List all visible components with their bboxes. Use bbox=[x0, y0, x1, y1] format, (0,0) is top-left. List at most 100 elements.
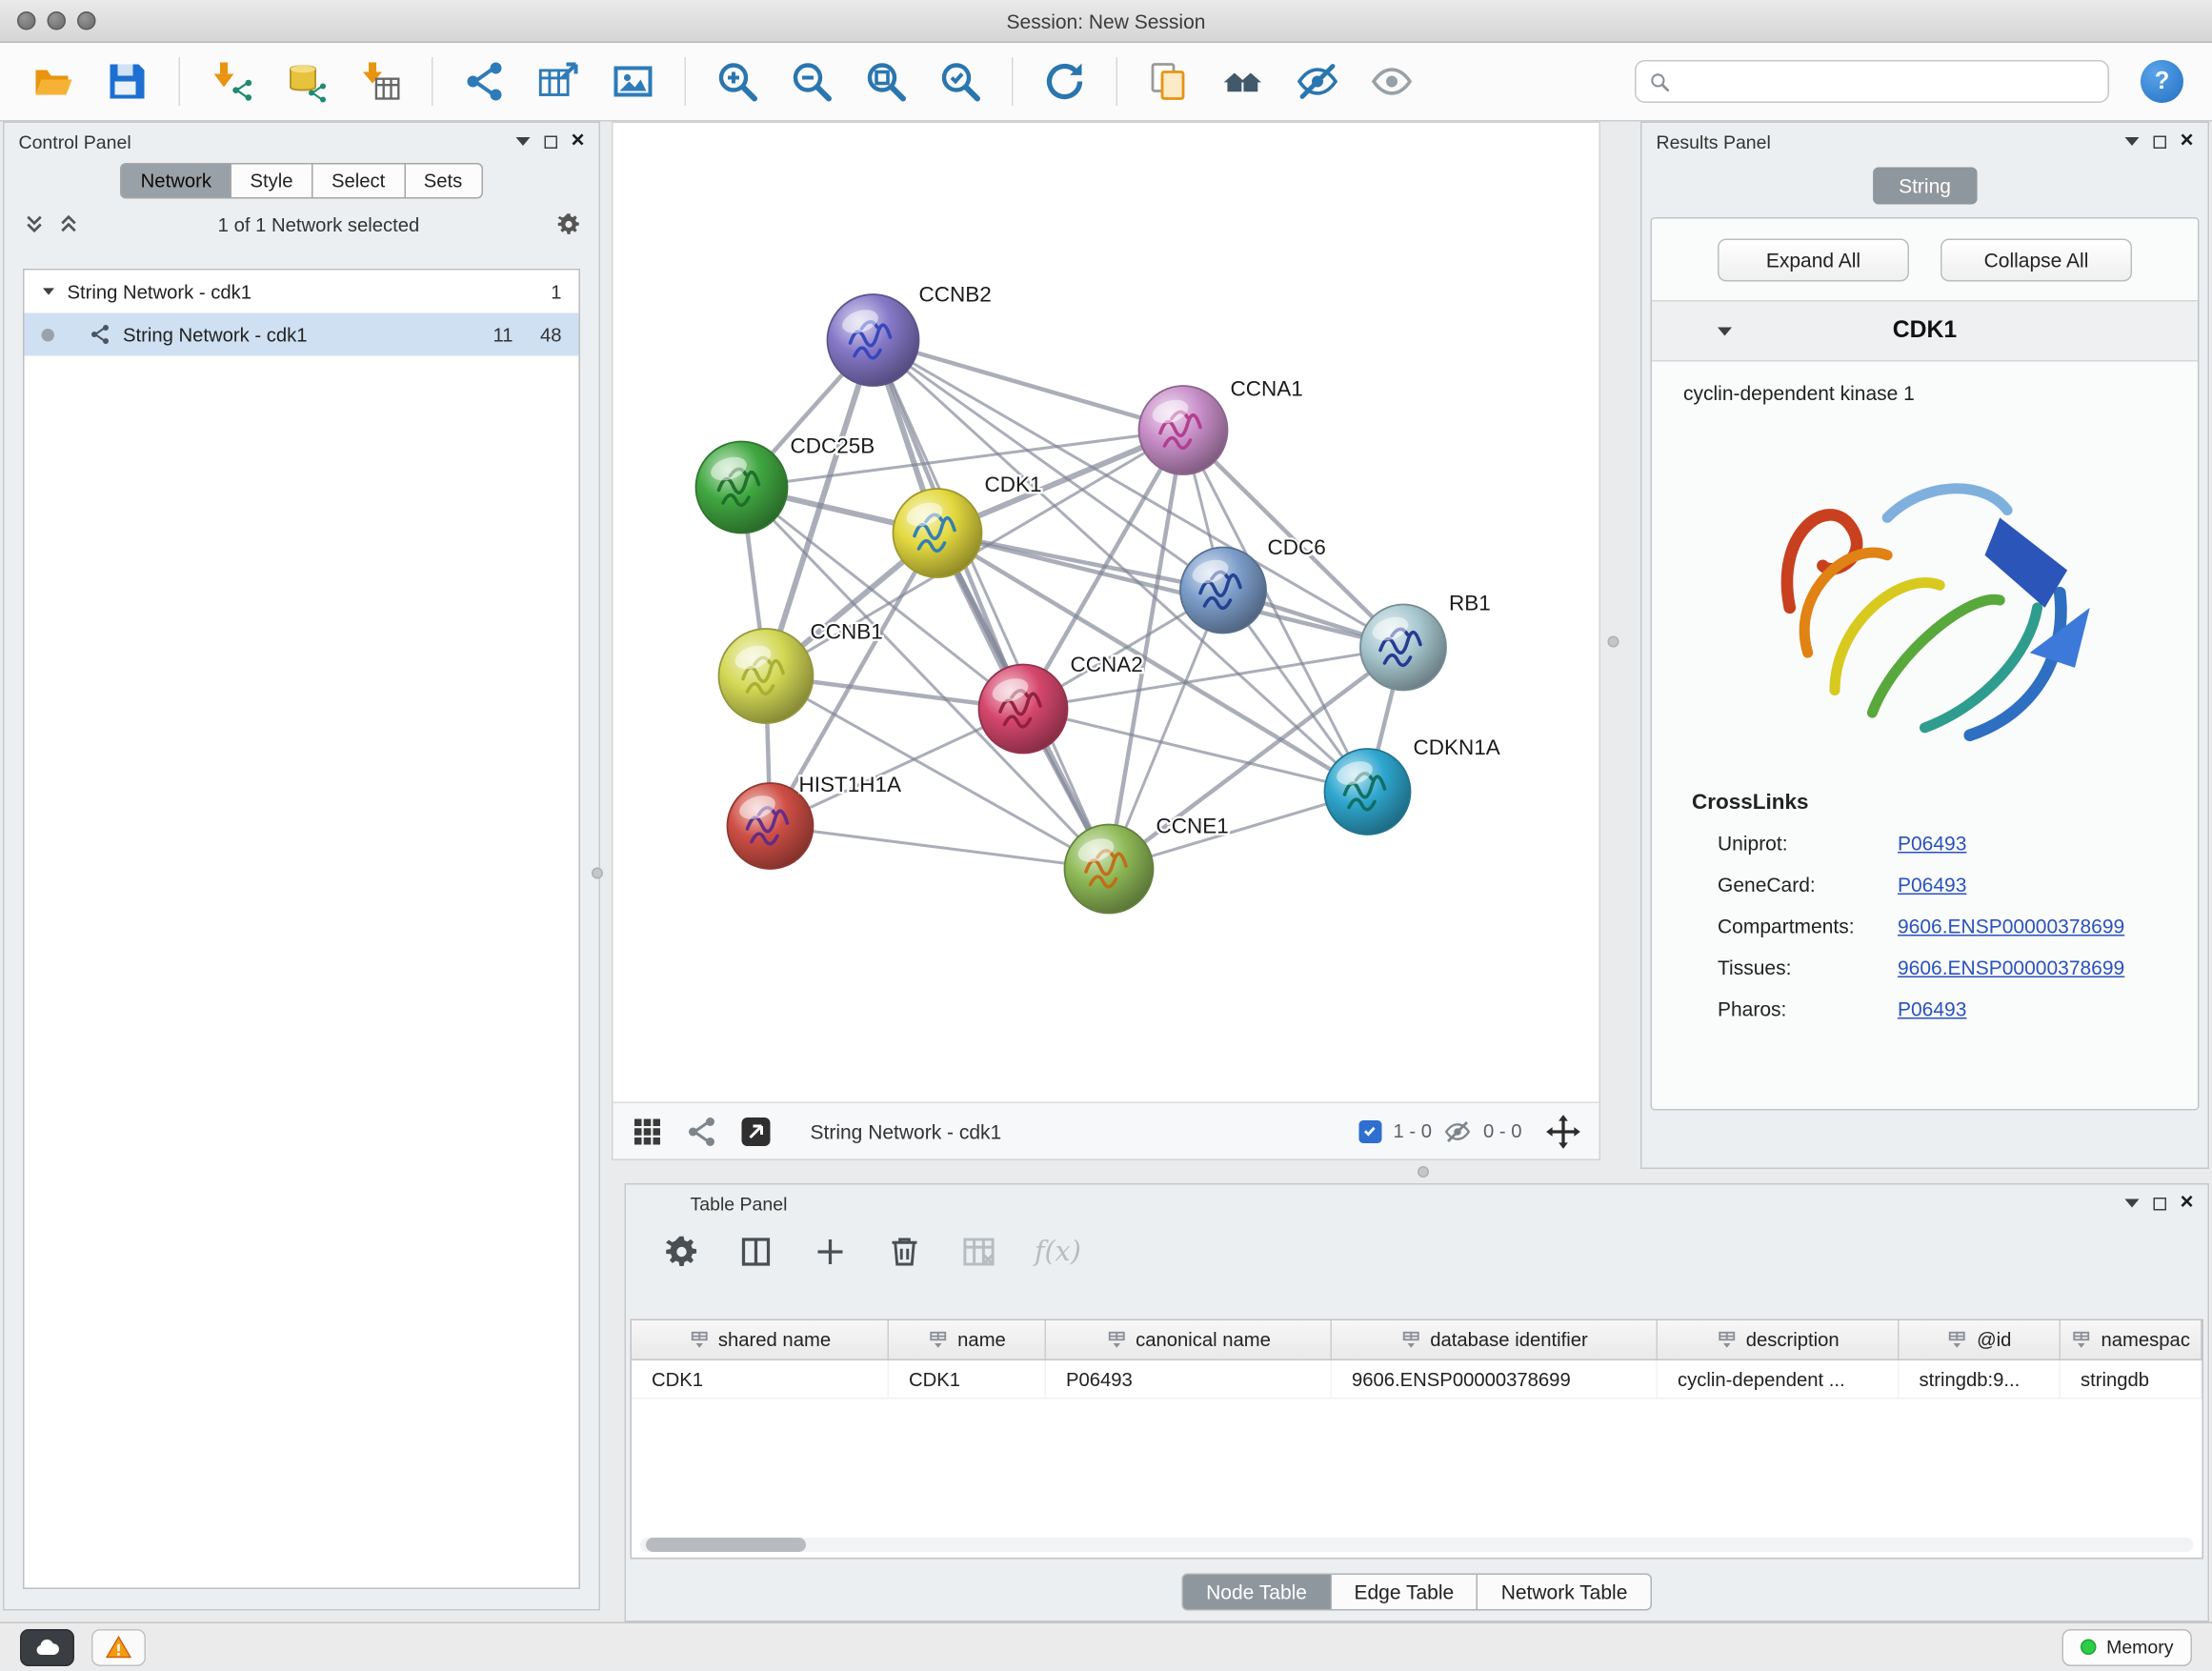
network-node-CCNA1[interactable] bbox=[1139, 386, 1228, 474]
show-columns-icon[interactable] bbox=[737, 1234, 774, 1271]
tab-string[interactable]: String bbox=[1873, 168, 1977, 205]
tree-network-label: String Network - cdk1 bbox=[123, 324, 465, 346]
network-graph[interactable]: CCNB2CCNA1CDC25BCDK1CDC6RB1CCNB1CCNA2CDK… bbox=[613, 123, 1599, 1102]
minimize-window-button[interactable] bbox=[48, 11, 67, 30]
network-view[interactable]: CCNB2CCNA1CDC25BCDK1CDC6RB1CCNB1CCNA2CDK… bbox=[612, 122, 1600, 1161]
column-header-name[interactable]: name bbox=[889, 1320, 1046, 1359]
add-column-icon[interactable] bbox=[812, 1234, 849, 1271]
network-options-gear-icon[interactable] bbox=[556, 211, 582, 237]
tab-sets[interactable]: Sets bbox=[405, 163, 482, 199]
column-header-description[interactable]: description bbox=[1658, 1320, 1900, 1359]
show-all-button[interactable] bbox=[1359, 50, 1425, 113]
uniprot-link[interactable]: P06493 bbox=[1898, 832, 1966, 855]
cloud-button[interactable] bbox=[20, 1629, 74, 1666]
network-node-CCNE1[interactable] bbox=[1065, 825, 1154, 914]
tissues-link[interactable]: 9606.ENSP00000378699 bbox=[1898, 956, 2124, 979]
panel-close-icon[interactable]: × bbox=[2180, 1192, 2193, 1215]
detach-view-icon[interactable] bbox=[739, 1114, 774, 1148]
zoom-selected-button[interactable] bbox=[928, 50, 994, 113]
import-table-button[interactable] bbox=[348, 50, 413, 113]
tab-edge-table[interactable]: Edge Table bbox=[1331, 1574, 1478, 1611]
scrollbar-thumb[interactable] bbox=[646, 1538, 806, 1552]
copy-document-button[interactable] bbox=[1136, 50, 1202, 113]
network-name: String Network - cdk1 bbox=[811, 1119, 1002, 1142]
panel-menu-icon[interactable] bbox=[515, 137, 530, 146]
home-pair-icon bbox=[1220, 59, 1266, 105]
network-node-CDC25B[interactable] bbox=[696, 442, 788, 534]
network-node-CCNB2[interactable] bbox=[828, 294, 919, 386]
tab-network[interactable]: Network bbox=[121, 163, 231, 199]
collapse-section-icon[interactable] bbox=[1718, 327, 1732, 335]
help-button[interactable]: ? bbox=[2141, 60, 2183, 103]
panel-menu-icon[interactable] bbox=[2124, 1199, 2139, 1208]
column-header-namespace[interactable]: namespac bbox=[2061, 1320, 2202, 1359]
column-header-id[interactable]: @id bbox=[1900, 1320, 2061, 1359]
search-input[interactable] bbox=[1680, 70, 2095, 92]
column-header-shared-name[interactable]: shared name bbox=[632, 1320, 889, 1359]
tab-select[interactable]: Select bbox=[312, 163, 405, 199]
protein-section-header[interactable]: CDK1 bbox=[1652, 302, 2198, 362]
warnings-button[interactable] bbox=[91, 1629, 146, 1666]
tree-root-row[interactable]: String Network - cdk1 1 bbox=[25, 271, 579, 313]
network-node-CDK1[interactable] bbox=[894, 489, 982, 577]
table-settings-gear-icon[interactable] bbox=[663, 1234, 700, 1271]
new-network-button[interactable] bbox=[452, 50, 517, 113]
table-row[interactable]: CDK1 CDK1 P06493 9606.ENSP00000378699 cy… bbox=[632, 1360, 2202, 1399]
import-network-file-button[interactable] bbox=[199, 50, 265, 113]
network-node-CDKN1A[interactable] bbox=[1325, 749, 1411, 835]
import-network-database-button[interactable] bbox=[273, 50, 339, 113]
zoom-fit-button[interactable] bbox=[854, 50, 919, 113]
expand-all-button[interactable]: Expand All bbox=[1718, 238, 1909, 281]
splitter-handle-right[interactable] bbox=[1608, 636, 1619, 648]
eye-slash-icon bbox=[1295, 59, 1340, 105]
network-view-toolbar: String Network - cdk1 1 - 0 0 - 0 bbox=[613, 1102, 1599, 1159]
panel-close-icon[interactable]: × bbox=[2180, 131, 2193, 153]
zoom-in-button[interactable] bbox=[705, 50, 771, 113]
compartments-link[interactable]: 9606.ENSP00000378699 bbox=[1898, 915, 2124, 937]
tab-network-table[interactable]: Network Table bbox=[1478, 1574, 1652, 1611]
birdseye-view-icon[interactable] bbox=[685, 1114, 719, 1148]
refresh-layout-button[interactable] bbox=[1032, 50, 1097, 113]
collapse-all-tree-icon[interactable] bbox=[22, 211, 48, 237]
panel-float-icon[interactable] bbox=[2153, 1197, 2166, 1210]
home-panel-button[interactable] bbox=[1211, 50, 1277, 113]
close-window-button[interactable] bbox=[17, 11, 36, 30]
horizontal-scrollbar[interactable] bbox=[640, 1538, 2194, 1552]
open-session-button[interactable] bbox=[20, 50, 86, 113]
network-node-CCNA2[interactable] bbox=[979, 665, 1068, 754]
zoom-out-button[interactable] bbox=[779, 50, 845, 113]
zoom-window-button[interactable] bbox=[77, 11, 96, 30]
eye-icon bbox=[1369, 59, 1415, 105]
memory-button[interactable]: Memory bbox=[2062, 1629, 2192, 1666]
column-header-database-identifier[interactable]: database identifier bbox=[1332, 1320, 1658, 1359]
column-header-canonical-name[interactable]: canonical name bbox=[1046, 1320, 1332, 1359]
genecard-link[interactable]: P06493 bbox=[1898, 874, 1966, 896]
panel-float-icon[interactable] bbox=[544, 135, 557, 149]
network-from-table-button[interactable] bbox=[526, 50, 592, 113]
splitter-handle-left[interactable] bbox=[592, 868, 603, 879]
tree-network-row[interactable]: String Network - cdk1 11 48 bbox=[25, 313, 579, 356]
tab-node-table[interactable]: Node Table bbox=[1182, 1574, 1332, 1611]
tree-root-label: String Network - cdk1 bbox=[68, 281, 513, 303]
network-node-CDC6[interactable] bbox=[1180, 548, 1266, 634]
collapse-all-button[interactable]: Collapse All bbox=[1941, 238, 2132, 281]
hide-selected-button[interactable] bbox=[1285, 50, 1351, 113]
selection-checkbox[interactable] bbox=[1358, 1119, 1381, 1142]
panel-float-icon[interactable] bbox=[2153, 135, 2166, 149]
control-panel-header: Control Panel × bbox=[5, 123, 599, 160]
delete-column-icon[interactable] bbox=[886, 1234, 923, 1271]
network-node-CCNB1[interactable] bbox=[719, 629, 814, 723]
export-image-button[interactable] bbox=[600, 50, 666, 113]
tab-style[interactable]: Style bbox=[231, 163, 313, 199]
panel-menu-icon[interactable] bbox=[2124, 137, 2139, 146]
grid-view-icon[interactable] bbox=[631, 1114, 665, 1148]
save-session-button[interactable] bbox=[94, 50, 160, 113]
pan-move-icon[interactable] bbox=[1545, 1113, 1582, 1150]
protein-structure-image bbox=[1745, 428, 2105, 774]
pharos-link[interactable]: P06493 bbox=[1898, 997, 1966, 1020]
panel-close-icon[interactable]: × bbox=[571, 131, 584, 153]
splitter-handle-bottom[interactable] bbox=[1418, 1166, 1429, 1178]
network-node-RB1[interactable] bbox=[1360, 605, 1446, 691]
tree-collapse-icon[interactable] bbox=[43, 288, 54, 294]
expand-all-tree-icon[interactable] bbox=[56, 211, 82, 237]
